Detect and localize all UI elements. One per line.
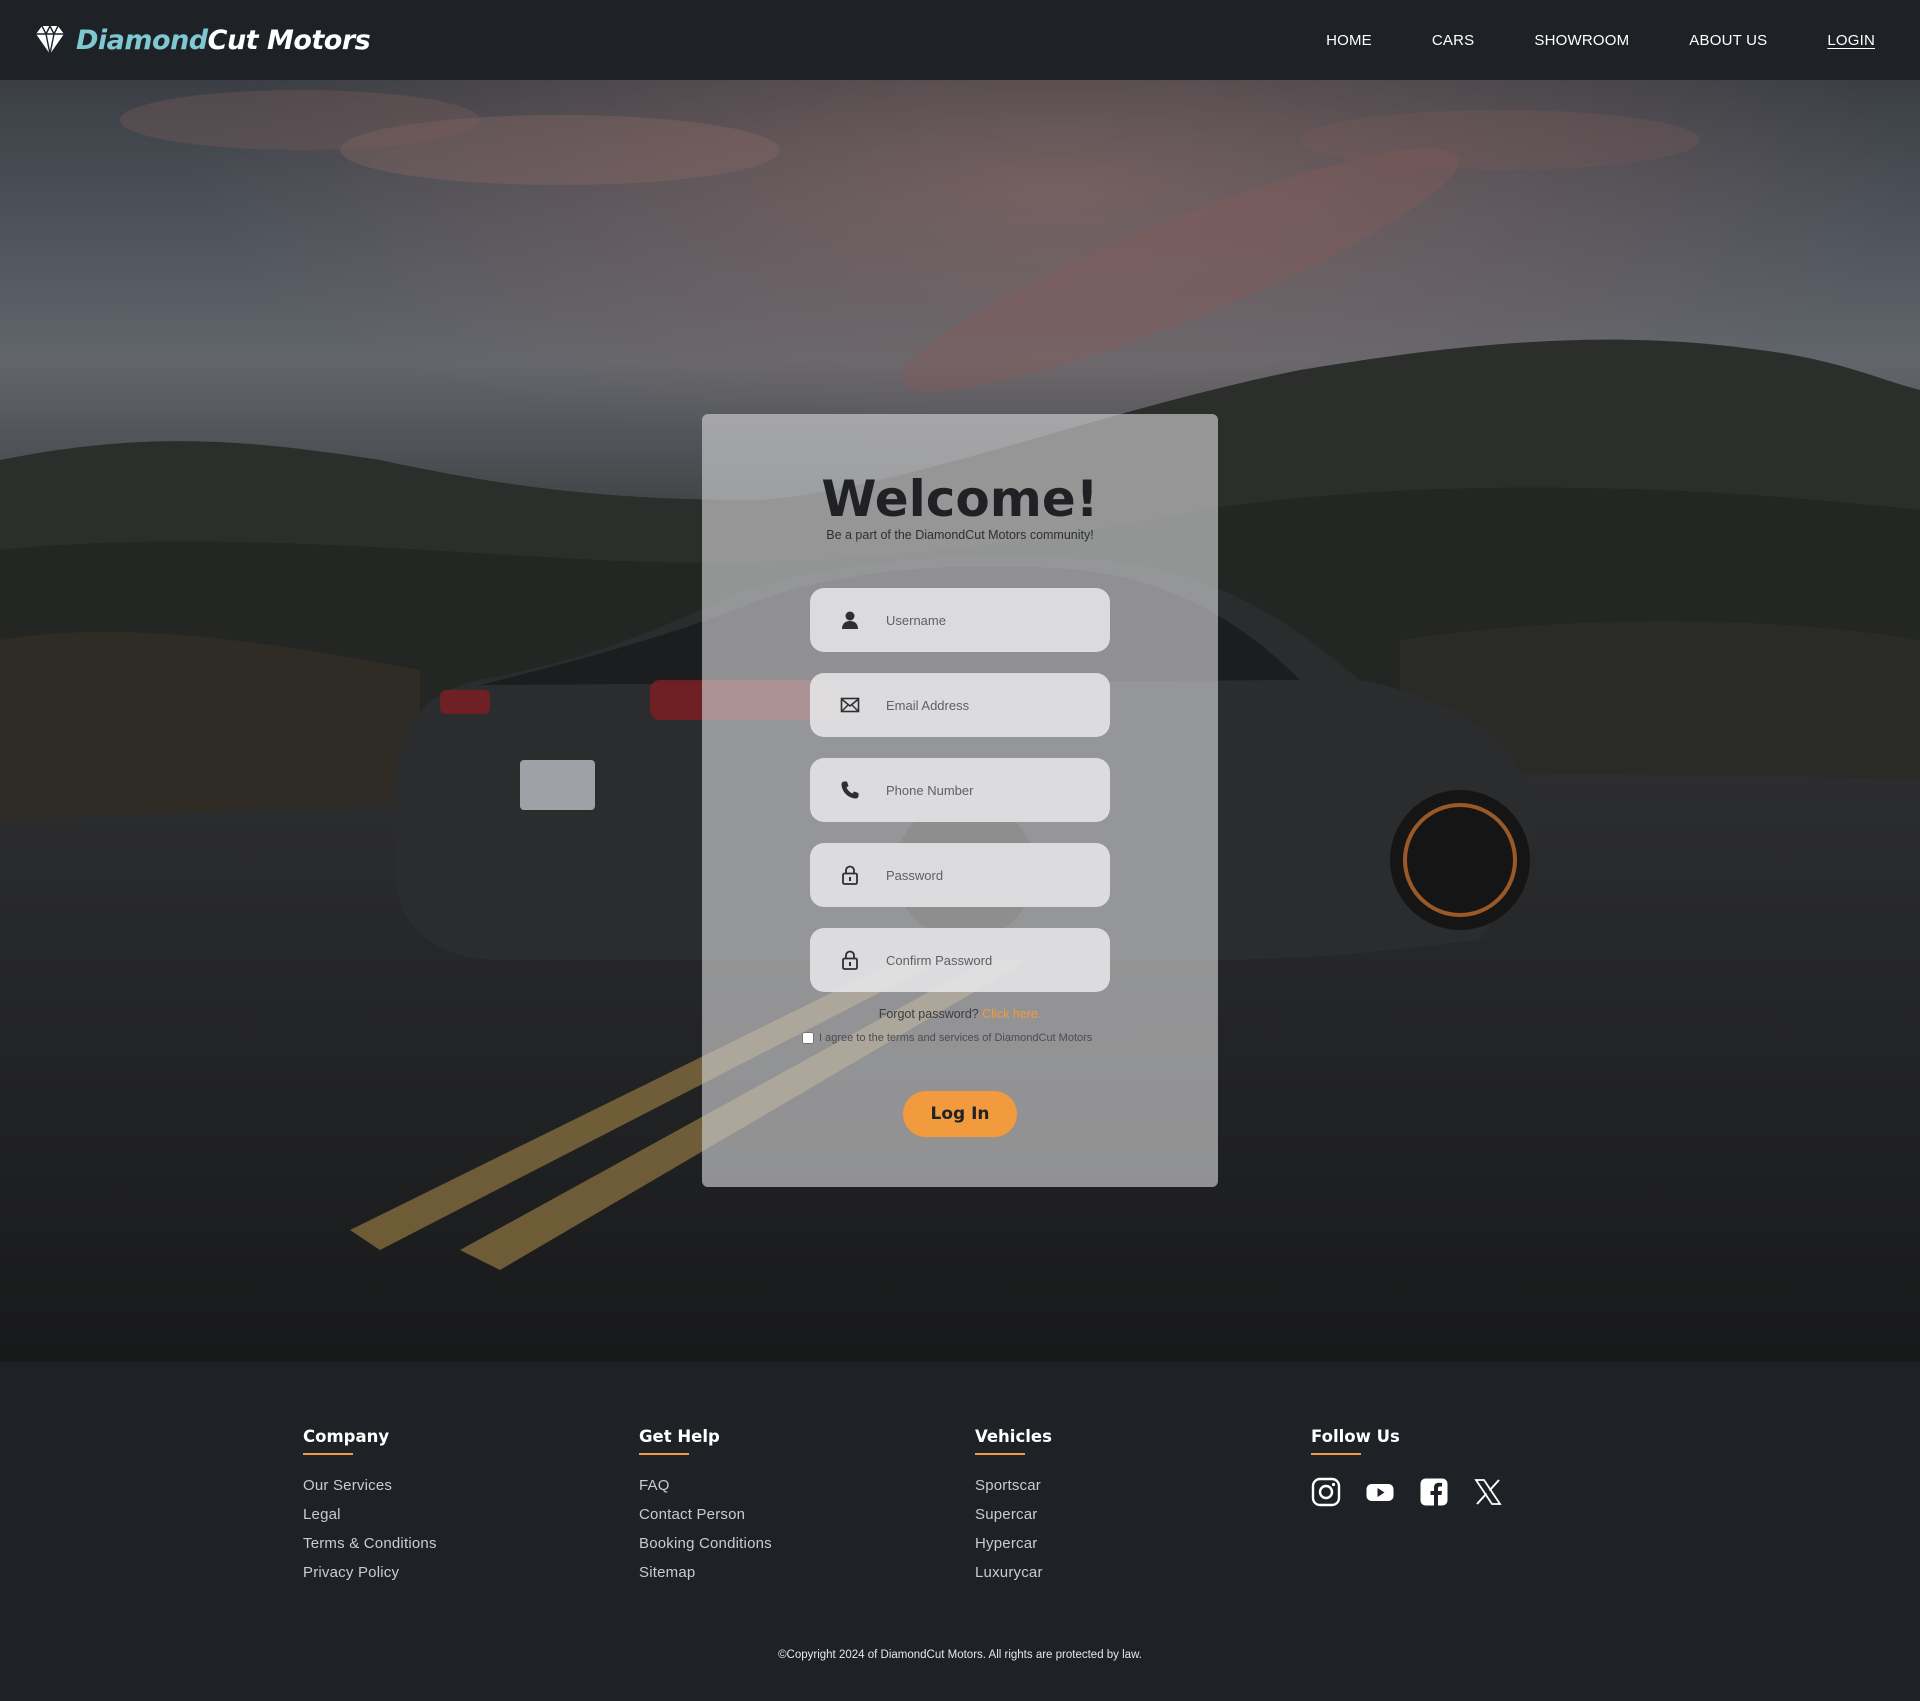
nav-links: HOME CARS SHOWROOM ABOUT US LOGIN — [1326, 32, 1875, 49]
footer-company-column: Company Our Services Legal Terms & Condi… — [303, 1427, 437, 1593]
email-field[interactable] — [810, 673, 1110, 737]
heading-underline — [639, 1453, 689, 1455]
footer-vehicles-column: Vehicles Sportscar Supercar Hypercar Lux… — [975, 1427, 1052, 1593]
nav-home[interactable]: HOME — [1326, 32, 1372, 49]
nav-login[interactable]: LOGIN — [1827, 32, 1875, 49]
lock-icon — [838, 948, 862, 972]
brand-name-part2: Cut — [207, 24, 259, 56]
nav-cars[interactable]: CARS — [1432, 32, 1474, 49]
footer-link-sitemap[interactable]: Sitemap — [639, 1564, 772, 1581]
heading-underline — [975, 1453, 1025, 1455]
brand-name-part3: Motors — [266, 24, 371, 56]
nav-showroom[interactable]: SHOWROOM — [1534, 32, 1629, 49]
x-icon — [1474, 1479, 1502, 1505]
footer-link-our-services[interactable]: Our Services — [303, 1477, 437, 1494]
form-title: Welcome! — [821, 470, 1099, 528]
heading-underline — [1311, 1453, 1361, 1455]
navbar: DiamondCut Motors HOME CARS SHOWROOM ABO… — [0, 0, 1920, 80]
lock-icon — [838, 863, 862, 887]
footer-vehicles-heading: Vehicles — [975, 1427, 1052, 1446]
username-input[interactable] — [886, 612, 1086, 628]
phone-icon — [838, 778, 862, 802]
footer-help-heading: Get Help — [639, 1427, 720, 1446]
terms-label: I agree to the terms and services of Dia… — [819, 1032, 1093, 1044]
login-button[interactable]: Log In — [903, 1091, 1017, 1137]
phone-field[interactable] — [810, 758, 1110, 822]
username-field[interactable] — [810, 588, 1110, 652]
forgot-password-label: Forgot password? — [878, 1007, 979, 1021]
email-input[interactable] — [886, 697, 1086, 713]
signup-form-card: Welcome! Be a part of the DiamondCut Mot… — [702, 414, 1218, 1187]
copyright-text: ©Copyright 2024 of DiamondCut Motors. Al… — [778, 1649, 1142, 1661]
password-input[interactable] — [886, 867, 1086, 883]
footer-company-heading: Company — [303, 1427, 390, 1446]
footer-link-contact[interactable]: Contact Person — [639, 1506, 772, 1523]
terms-agreement[interactable]: I agree to the terms and services of Dia… — [802, 1032, 1092, 1044]
footer-link-sportscar[interactable]: Sportscar — [975, 1477, 1052, 1494]
hero-section: Welcome! Be a part of the DiamondCut Mot… — [0, 80, 1920, 1362]
footer: Company Our Services Legal Terms & Condi… — [0, 1362, 1920, 1701]
instagram-link[interactable] — [1311, 1477, 1341, 1507]
forgot-password-link[interactable]: Click here. — [982, 1007, 1041, 1021]
envelope-icon — [838, 693, 862, 717]
footer-follow-heading: Follow Us — [1311, 1427, 1400, 1446]
heading-underline — [303, 1453, 353, 1455]
forgot-password-text: Forgot password? Click here. — [702, 1007, 1218, 1021]
footer-link-supercar[interactable]: Supercar — [975, 1506, 1052, 1523]
terms-checkbox[interactable] — [802, 1032, 814, 1044]
footer-help-column: Get Help FAQ Contact Person Booking Cond… — [639, 1427, 772, 1593]
confirm-password-input[interactable] — [886, 952, 1086, 968]
instagram-icon — [1311, 1477, 1341, 1507]
footer-link-legal[interactable]: Legal — [303, 1506, 437, 1523]
footer-link-terms[interactable]: Terms & Conditions — [303, 1535, 437, 1552]
footer-link-faq[interactable]: FAQ — [639, 1477, 772, 1494]
footer-follow-column: Follow Us — [1311, 1427, 1503, 1507]
footer-link-hypercar[interactable]: Hypercar — [975, 1535, 1052, 1552]
form-subtitle: Be a part of the DiamondCut Motors commu… — [826, 528, 1094, 542]
confirm-password-field[interactable] — [810, 928, 1110, 992]
phone-input[interactable] — [886, 782, 1086, 798]
brand-name: DiamondCut Motors — [76, 24, 371, 56]
footer-link-luxurycar[interactable]: Luxurycar — [975, 1564, 1052, 1581]
password-field[interactable] — [810, 843, 1110, 907]
youtube-link[interactable] — [1365, 1477, 1395, 1507]
footer-link-privacy[interactable]: Privacy Policy — [303, 1564, 437, 1581]
youtube-icon — [1366, 1484, 1394, 1501]
brand-name-part1: Diamond — [76, 24, 208, 56]
x-link[interactable] — [1473, 1477, 1503, 1507]
nav-about-us[interactable]: ABOUT US — [1689, 32, 1767, 49]
footer-link-booking[interactable]: Booking Conditions — [639, 1535, 772, 1552]
facebook-link[interactable] — [1419, 1477, 1449, 1507]
diamond-icon — [36, 24, 64, 55]
facebook-icon — [1420, 1478, 1448, 1506]
brand-logo-link[interactable]: DiamondCut Motors — [32, 23, 371, 57]
user-icon — [838, 608, 862, 632]
social-links — [1311, 1477, 1503, 1507]
